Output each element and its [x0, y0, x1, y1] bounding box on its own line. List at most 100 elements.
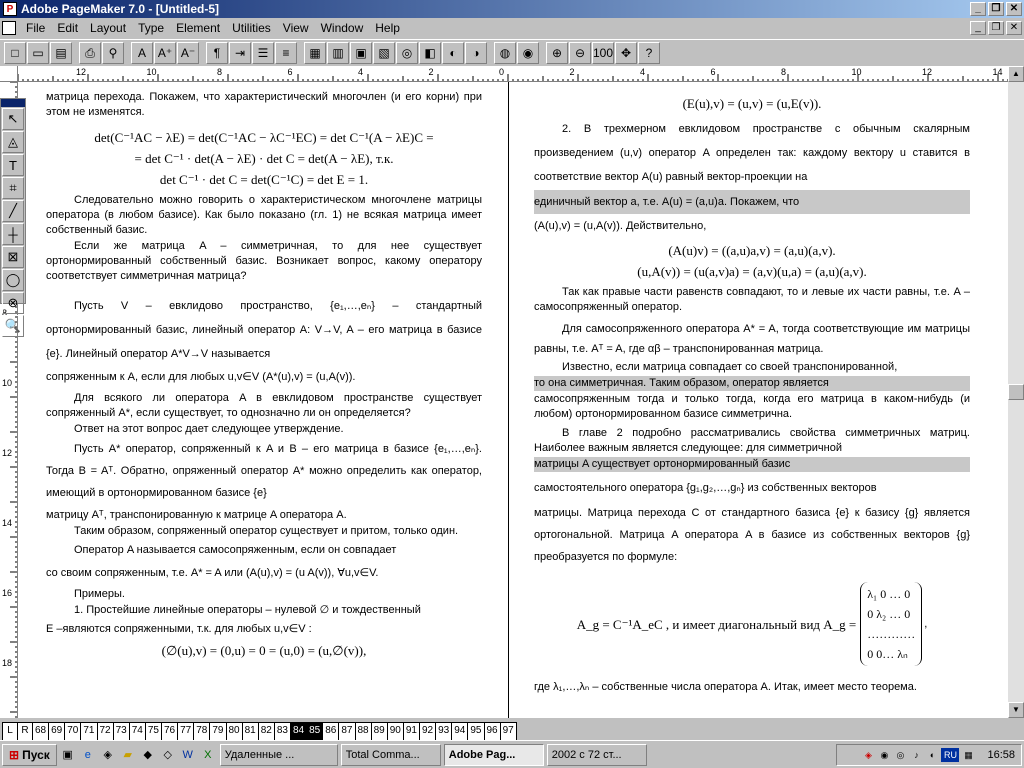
frame-icon[interactable]: ▦	[304, 42, 326, 64]
globe-icon[interactable]: ◍	[494, 42, 516, 64]
folder-icon[interactable]: ▰	[119, 746, 137, 764]
page-tab[interactable]: 77	[177, 722, 195, 740]
constrained-line-tool-icon[interactable]: ┼	[2, 223, 24, 245]
right-column-text[interactable]: (E(u),v) = (u,v) = (u,E(v)). 2. В трехме…	[534, 90, 970, 696]
close-button[interactable]: ✕	[1006, 2, 1022, 16]
page-tab[interactable]: 68	[32, 722, 50, 740]
page-tab[interactable]: 69	[48, 722, 66, 740]
internet-explorer-icon[interactable]: e	[79, 746, 97, 764]
page-tab[interactable]: 79	[209, 722, 227, 740]
page-tab[interactable]: 85	[306, 722, 324, 740]
arrow-tool-icon[interactable]: ↖	[2, 108, 24, 130]
place-icon[interactable]: ▣	[350, 42, 372, 64]
master-page-tab[interactable]: L	[2, 722, 18, 740]
task-button[interactable]: 2002 с 72 ст...	[546, 743, 647, 766]
doc-close-button[interactable]: ✕	[1006, 21, 1022, 35]
new-icon[interactable]: □	[4, 42, 26, 64]
page-tab[interactable]: 76	[161, 722, 179, 740]
menu-utilities[interactable]: Utilities	[226, 21, 277, 35]
polygon-tool-icon[interactable]: ⊗	[2, 292, 24, 314]
page-tab[interactable]: 74	[128, 722, 146, 740]
page-tab[interactable]: 71	[80, 722, 98, 740]
master-page-tab[interactable]: R	[17, 722, 33, 740]
task-button-active[interactable]: Adobe Pag...	[443, 743, 544, 766]
image-icon[interactable]: ▧	[373, 42, 395, 64]
paragraph-icon[interactable]: ¶	[206, 42, 228, 64]
text-tool-icon[interactable]: T	[2, 154, 24, 176]
page-tab[interactable]: 83	[273, 722, 291, 740]
page-tab[interactable]: 96	[483, 722, 501, 740]
speaker-icon[interactable]: ♪	[909, 748, 923, 762]
menu-file[interactable]: File	[20, 21, 51, 35]
find-icon[interactable]: ⚲	[102, 42, 124, 64]
page-tab[interactable]: 91	[402, 722, 420, 740]
page-tab[interactable]: 84	[290, 722, 308, 740]
pagemaker-app-icon[interactable]: P	[3, 2, 17, 16]
excel-icon[interactable]: X	[199, 746, 217, 764]
page-tab[interactable]: 81	[241, 722, 259, 740]
open-icon[interactable]: ▭	[27, 42, 49, 64]
task-button[interactable]: Удаленные ...	[219, 743, 338, 766]
rotate-tool-icon[interactable]: ◬	[2, 131, 24, 153]
page-tab[interactable]: 87	[338, 722, 356, 740]
tray-icon[interactable]: ◎	[893, 748, 907, 762]
page-tab[interactable]: 80	[225, 722, 243, 740]
horizontal-ruler[interactable]: 12 10 8 6 4 2 0 2 4 6 8 10 12 14	[18, 66, 1024, 82]
page-tab[interactable]: 95	[467, 722, 485, 740]
tray-icon[interactable]: ◐	[925, 748, 939, 762]
page-tab[interactable]: 89	[370, 722, 388, 740]
bullets-icon[interactable]: ☰	[252, 42, 274, 64]
page-tab[interactable]: 97	[499, 722, 517, 740]
scroll-up-arrow-icon[interactable]: ▲	[1008, 66, 1024, 82]
toolbox-title-bar[interactable]	[1, 99, 25, 107]
web-icon[interactable]: ◉	[517, 42, 539, 64]
fill-icon[interactable]: ◐	[442, 42, 464, 64]
zoom-in-icon[interactable]: ⊕	[546, 42, 568, 64]
tray-icon[interactable]: ◉	[877, 748, 891, 762]
page-tab[interactable]: 82	[257, 722, 275, 740]
page-tab[interactable]: 72	[96, 722, 114, 740]
scroll-down-arrow-icon[interactable]: ▼	[1008, 702, 1024, 718]
rectangle-tool-icon[interactable]: ⊠	[2, 246, 24, 268]
page-tab[interactable]: 88	[354, 722, 372, 740]
tray-icon[interactable]: ▦	[961, 748, 975, 762]
restore-button[interactable]: ❐	[988, 2, 1004, 16]
font-larger-icon[interactable]: A⁺	[154, 42, 176, 64]
explorer-icon[interactable]: ◈	[99, 746, 117, 764]
zoom-tool-icon[interactable]: 🔍	[2, 315, 24, 337]
color-icon[interactable]: ◧	[419, 42, 441, 64]
language-indicator[interactable]: RU	[941, 748, 960, 762]
vertical-scrollbar[interactable]: ▲ ▼	[1008, 66, 1024, 718]
scroll-thumb[interactable]	[1008, 384, 1024, 400]
app-icon[interactable]: ◇	[159, 746, 177, 764]
minimize-button[interactable]: _	[970, 2, 986, 16]
document-page[interactable]: матрица перехода. Покажем, что характери…	[18, 82, 1008, 718]
font-A-icon[interactable]: A	[131, 42, 153, 64]
doc-minimize-button[interactable]: _	[970, 21, 986, 35]
menu-help[interactable]: Help	[369, 21, 406, 35]
page-tab[interactable]: 78	[193, 722, 211, 740]
menu-element[interactable]: Element	[170, 21, 226, 35]
indent-icon[interactable]: ⇥	[229, 42, 251, 64]
page-tab[interactable]: 90	[386, 722, 404, 740]
left-column-text[interactable]: матрица перехода. Покажем, что характери…	[46, 90, 482, 664]
page-tab[interactable]: 93	[435, 722, 453, 740]
page-tab[interactable]: 94	[451, 722, 469, 740]
menu-layout[interactable]: Layout	[84, 21, 132, 35]
menu-view[interactable]: View	[277, 21, 315, 35]
word-icon[interactable]: W	[179, 746, 197, 764]
text-block-icon[interactable]: ▥	[327, 42, 349, 64]
line-tool-icon[interactable]: ╱	[2, 200, 24, 222]
link-icon[interactable]: ◎	[396, 42, 418, 64]
numbering-icon[interactable]: ≡	[275, 42, 297, 64]
page-tab[interactable]: 92	[419, 722, 437, 740]
menu-edit[interactable]: Edit	[51, 21, 84, 35]
font-smaller-icon[interactable]: A⁻	[177, 42, 199, 64]
document-icon[interactable]	[2, 21, 16, 35]
stroke-icon[interactable]: ◑	[465, 42, 487, 64]
menu-window[interactable]: Window	[315, 21, 370, 35]
actual-size-icon[interactable]: 100	[592, 42, 614, 64]
start-button[interactable]: ⊞ Пуск	[2, 743, 57, 766]
save-icon[interactable]: ▤	[50, 42, 72, 64]
print-icon[interactable]: ⎙	[79, 42, 101, 64]
